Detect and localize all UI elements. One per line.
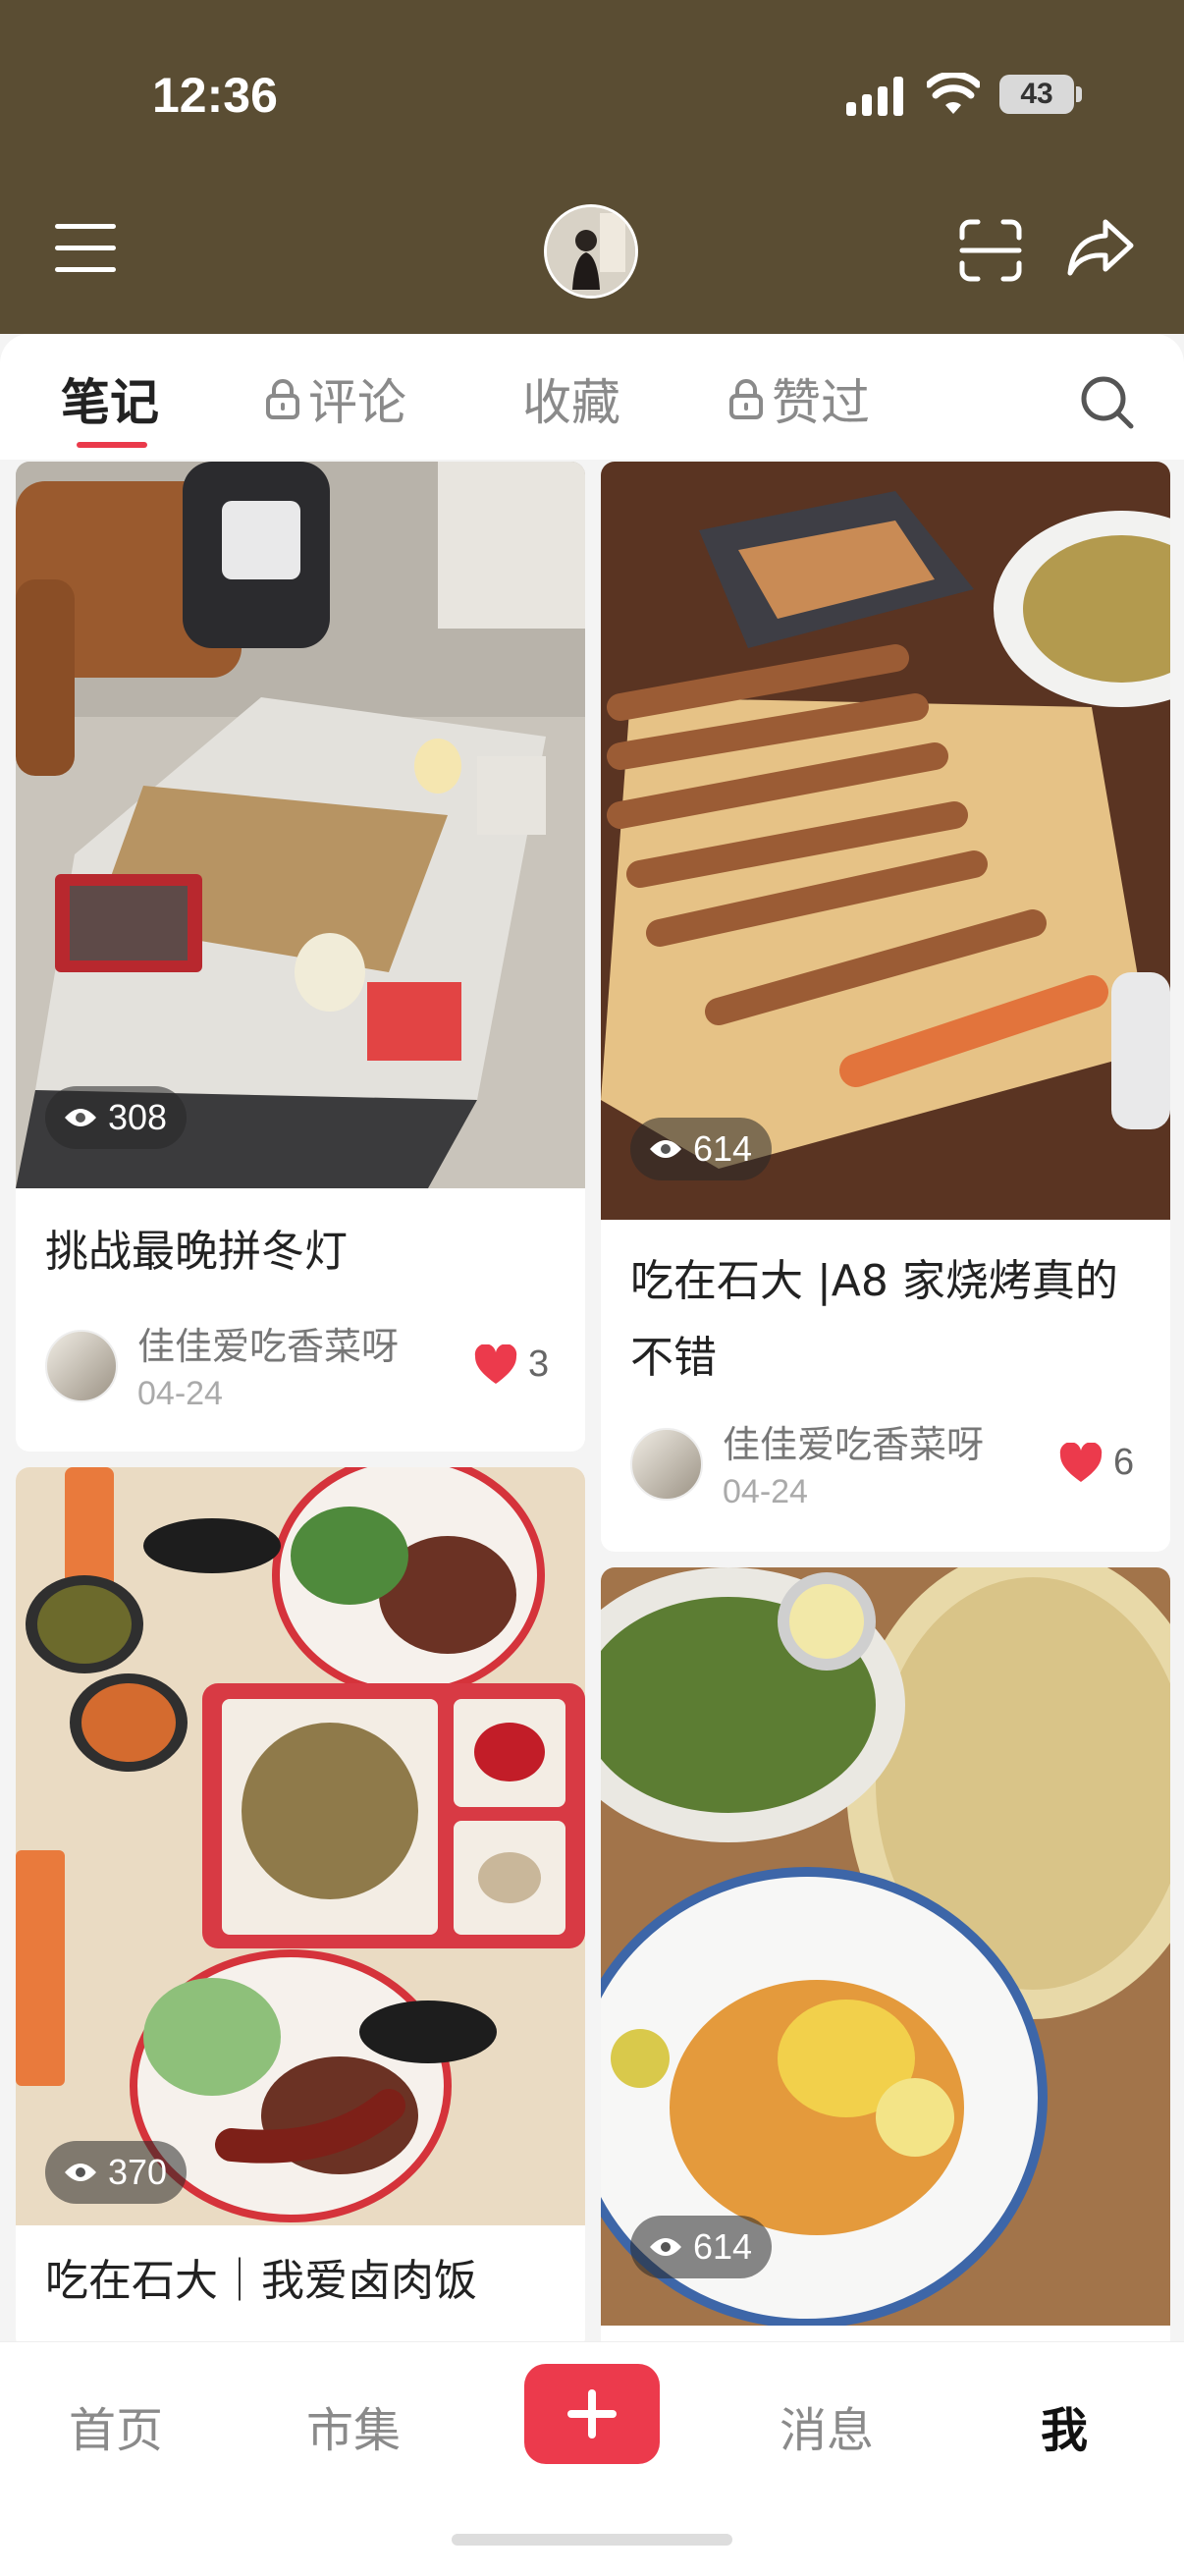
like-button[interactable]: 6 [1058, 1442, 1134, 1484]
note-card[interactable]: 614 [601, 1567, 1170, 2353]
note-date: 04-24 [137, 1375, 223, 1412]
view-count: 370 [45, 2141, 188, 2204]
tab-liked[interactable]: 赞过 [728, 363, 870, 434]
wifi-icon [927, 73, 980, 114]
author-name: 佳佳爱吃香菜呀 [723, 1423, 985, 1466]
view-count: 308 [45, 1086, 188, 1149]
eye-icon [65, 1109, 96, 1126]
note-card[interactable]: 614 吃在石大 |A8 家烧烤真的 不错 佳佳爱吃香菜呀 04-24 6 [601, 462, 1170, 1552]
note-cover-image [601, 462, 1170, 1220]
share-icon[interactable] [1066, 218, 1135, 277]
heart-icon [474, 1343, 517, 1384]
profile-avatar[interactable] [544, 204, 638, 299]
tab-active-indicator [77, 442, 147, 448]
search-icon[interactable] [1078, 373, 1137, 432]
signal-icon [846, 77, 903, 116]
battery-tip [1076, 86, 1082, 102]
heart-icon [1059, 1442, 1103, 1482]
tab-favorites[interactable]: 收藏 [522, 363, 620, 434]
nav-me[interactable]: 我 [1041, 2391, 1088, 2460]
scan-icon[interactable] [958, 218, 1023, 283]
profile-tabs: 笔记 评论 收藏 赞过 [0, 334, 1184, 460]
note-title: 吃在石大｜我爱卤肉饭 [45, 2256, 477, 2306]
home-indicator [452, 2534, 732, 2546]
author-avatar [45, 1330, 118, 1402]
author-avatar [630, 1428, 703, 1501]
lock-icon [266, 379, 299, 419]
status-time: 12:36 [152, 68, 278, 123]
view-count: 614 [630, 1118, 773, 1180]
view-count: 614 [630, 2216, 773, 2278]
eye-icon [65, 2164, 96, 2181]
nav-market[interactable]: 市集 [306, 2391, 401, 2460]
lock-icon [729, 379, 763, 419]
tab-comments[interactable]: 评论 [265, 363, 406, 434]
menu-button[interactable] [55, 224, 116, 273]
note-title: 吃在石大 |A8 家烧烤真的 不错 [630, 1256, 1118, 1383]
create-post-button[interactable] [524, 2364, 660, 2464]
author-name: 佳佳爱吃香菜呀 [137, 1325, 400, 1368]
note-date: 04-24 [723, 1473, 808, 1510]
note-cover-image [16, 462, 585, 1188]
nav-messages[interactable]: 消息 [780, 2391, 874, 2460]
note-title: 挑战最晚拼冬灯 [45, 1227, 348, 1277]
note-cover-image [601, 1567, 1170, 2326]
note-card[interactable]: 308 挑战最晚拼冬灯 佳佳爱吃香菜呀 04-24 3 [16, 462, 585, 1452]
note-card[interactable]: 370 吃在石大｜我爱卤肉饭 [16, 1467, 585, 2351]
like-button[interactable]: 3 [473, 1343, 549, 1386]
note-cover-image [16, 1467, 585, 2225]
tab-notes[interactable]: 笔记 [61, 363, 159, 434]
nav-home[interactable]: 首页 [69, 2391, 163, 2460]
eye-icon [650, 2238, 681, 2256]
battery-indicator: 43 [999, 75, 1074, 114]
eye-icon [650, 1140, 681, 1158]
